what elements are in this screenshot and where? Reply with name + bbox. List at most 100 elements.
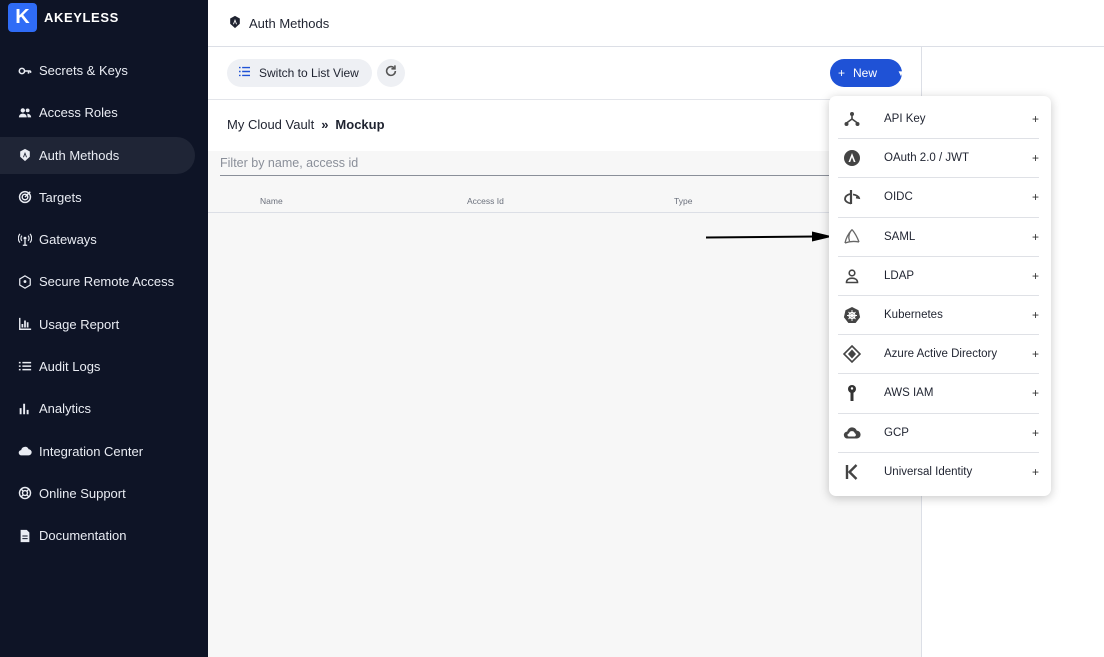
sidebar-nav: Secrets & Keys Access Roles Auth Methods… bbox=[0, 52, 208, 560]
bar-chart-icon bbox=[18, 402, 32, 416]
toolbar: Switch to List View + New ▼ bbox=[208, 47, 921, 100]
sidebar-item-analytics[interactable]: Analytics bbox=[0, 390, 195, 427]
menu-item-oauth-jwt[interactable]: OAuth 2.0 / JWT + bbox=[838, 139, 1039, 179]
annotation-arrow bbox=[706, 231, 833, 242]
column-header-access-id[interactable]: Access Id bbox=[467, 196, 504, 206]
menu-item-kubernetes[interactable]: Kubernetes + bbox=[838, 296, 1039, 336]
filter-input[interactable] bbox=[220, 156, 848, 170]
saml-icon bbox=[839, 227, 865, 247]
gateway-icon bbox=[18, 233, 32, 247]
sidebar-item-label: Audit Logs bbox=[39, 359, 101, 375]
list-icon bbox=[238, 66, 251, 80]
menu-item-label: Kubernetes bbox=[884, 309, 943, 322]
refresh-icon bbox=[384, 64, 398, 83]
menu-item-label: Universal Identity bbox=[884, 466, 973, 479]
users-icon bbox=[18, 106, 32, 120]
sidebar-item-label: Analytics bbox=[39, 401, 92, 417]
oauth-icon bbox=[839, 148, 865, 168]
sidebar-item-audit-logs[interactable]: Audit Logs bbox=[0, 348, 195, 385]
sidebar-item-label: Usage Report bbox=[39, 316, 120, 332]
menu-item-universal-identity[interactable]: Universal Identity + bbox=[838, 453, 1039, 492]
filter-field[interactable] bbox=[220, 151, 848, 176]
sidebar-item-label: Integration Center bbox=[39, 443, 144, 459]
cloud-icon bbox=[18, 444, 32, 458]
menu-item-label: SAML bbox=[884, 230, 916, 243]
breadcrumb-bar: My Cloud Vault » Mockup bbox=[208, 100, 921, 151]
menu-item-saml[interactable]: SAML + bbox=[838, 218, 1039, 257]
sidebar-item-online-support[interactable]: Online Support bbox=[0, 475, 195, 512]
add-icon[interactable]: + bbox=[1032, 386, 1039, 400]
menu-item-label: GCP bbox=[884, 426, 909, 439]
menu-item-label: OAuth 2.0 / JWT bbox=[884, 152, 969, 165]
add-icon[interactable]: + bbox=[1032, 190, 1039, 204]
menu-item-azure-active-directory[interactable]: Azure Active Directory + bbox=[838, 335, 1039, 375]
menu-item-label: API Key bbox=[884, 113, 926, 126]
sidebar-item-label: Secrets & Keys bbox=[39, 63, 128, 78]
ldap-user-icon bbox=[839, 266, 865, 286]
sidebar-item-label: Gateways bbox=[39, 232, 97, 248]
add-icon[interactable]: + bbox=[1032, 426, 1039, 440]
universal-identity-icon bbox=[839, 462, 865, 482]
sidebar: K AKEYLESS Secrets & Keys Access Roles A… bbox=[0, 0, 208, 657]
sidebar-item-targets[interactable]: Targets bbox=[0, 179, 195, 216]
menu-item-label: AWS IAM bbox=[884, 387, 934, 400]
sidebar-item-label: Documentation bbox=[39, 528, 127, 544]
aws-iam-icon bbox=[839, 383, 865, 403]
menu-item-label: OIDC bbox=[884, 191, 913, 204]
add-icon[interactable]: + bbox=[1032, 347, 1039, 361]
sidebar-item-integration-center[interactable]: Integration Center bbox=[0, 433, 195, 470]
document-icon bbox=[18, 529, 32, 543]
menu-item-api-key[interactable]: API Key + bbox=[838, 100, 1039, 140]
gcp-cloud-icon bbox=[839, 423, 865, 443]
sidebar-item-auth-methods[interactable]: Auth Methods bbox=[0, 136, 195, 174]
add-icon[interactable]: + bbox=[1032, 308, 1039, 322]
caret-down-icon[interactable]: ▼ bbox=[897, 69, 905, 78]
sidebar-item-secure-remote-access[interactable]: Secure Remote Access bbox=[0, 263, 195, 300]
menu-item-ldap[interactable]: LDAP + bbox=[838, 257, 1039, 296]
breadcrumb-parent[interactable]: My Cloud Vault bbox=[227, 117, 314, 132]
sidebar-item-gateways[interactable]: Gateways bbox=[0, 221, 195, 258]
oidc-icon bbox=[839, 187, 865, 207]
column-header-type[interactable]: Type bbox=[674, 196, 692, 206]
table-header: Name Access Id Type bbox=[208, 192, 921, 213]
page-header: Auth Methods bbox=[208, 0, 1104, 47]
add-icon[interactable]: + bbox=[1032, 465, 1039, 479]
refresh-button[interactable] bbox=[377, 59, 405, 87]
brand[interactable]: K AKEYLESS bbox=[8, 2, 119, 32]
akeyless-logo: K bbox=[8, 2, 37, 32]
add-icon[interactable]: + bbox=[1032, 112, 1039, 126]
sidebar-item-label: Secure Remote Access bbox=[39, 274, 175, 290]
add-icon[interactable]: + bbox=[1032, 151, 1039, 165]
main-panel: Switch to List View + New ▼ My Cloud Vau… bbox=[208, 47, 922, 657]
menu-item-gcp[interactable]: GCP + bbox=[838, 414, 1039, 453]
add-icon[interactable]: + bbox=[1032, 230, 1039, 244]
switch-to-list-view-label: Switch to List View bbox=[259, 66, 359, 80]
sidebar-item-usage-report[interactable]: Usage Report bbox=[0, 306, 195, 343]
sidebar-item-label: Targets bbox=[39, 189, 82, 205]
new-auth-method-menu: API Key + OAuth 2.0 / JWT + OIDC + SAML … bbox=[829, 96, 1051, 496]
kubernetes-icon bbox=[839, 305, 865, 325]
column-header-name[interactable]: Name bbox=[260, 196, 283, 206]
menu-item-label: LDAP bbox=[884, 269, 915, 282]
switch-to-list-view-button[interactable]: Switch to List View bbox=[227, 59, 372, 87]
breadcrumb-current: Mockup bbox=[335, 117, 385, 132]
auth-methods-icon bbox=[228, 15, 242, 32]
auth-methods-icon bbox=[18, 148, 32, 162]
plus-icon: + bbox=[838, 66, 846, 80]
brand-name: AKEYLESS bbox=[44, 9, 119, 25]
target-icon bbox=[18, 190, 32, 204]
menu-item-oidc[interactable]: OIDC + bbox=[838, 178, 1039, 218]
new-button[interactable]: + New ▼ bbox=[830, 59, 905, 87]
menu-item-aws-iam[interactable]: AWS IAM + bbox=[838, 374, 1039, 414]
shield-icon bbox=[18, 275, 32, 289]
breadcrumb: My Cloud Vault » Mockup bbox=[227, 117, 385, 132]
usage-report-icon bbox=[18, 317, 32, 331]
sidebar-item-documentation[interactable]: Documentation bbox=[0, 517, 195, 554]
add-icon[interactable]: + bbox=[1032, 269, 1039, 283]
list-icon bbox=[18, 360, 32, 374]
azure-icon bbox=[839, 344, 865, 364]
api-key-icon bbox=[839, 109, 865, 129]
sidebar-item-secrets-keys[interactable]: Secrets & Keys bbox=[0, 52, 195, 89]
sidebar-item-access-roles[interactable]: Access Roles bbox=[0, 94, 195, 131]
key-icon bbox=[18, 64, 32, 78]
